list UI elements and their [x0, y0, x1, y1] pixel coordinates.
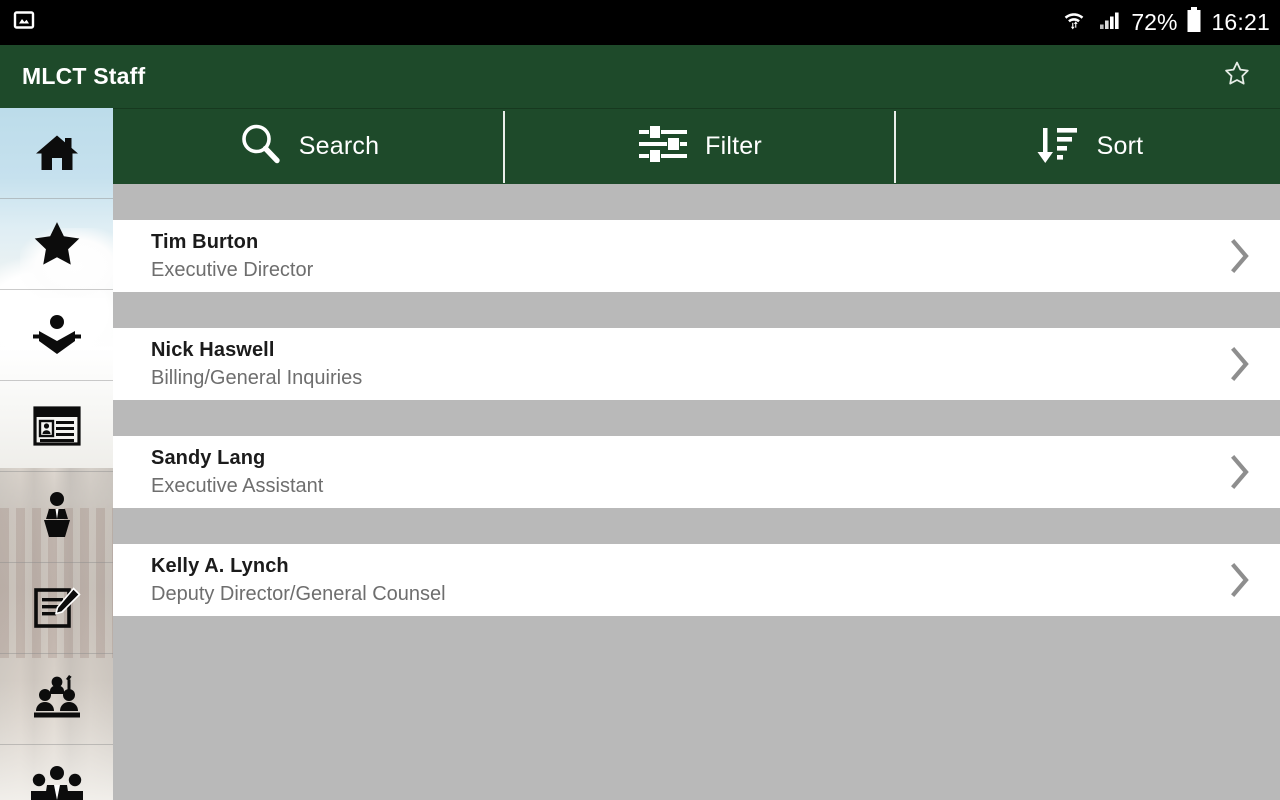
list-separator — [113, 508, 1280, 544]
chevron-right-icon[interactable] — [1220, 236, 1260, 276]
row-texts: Kelly A. Lynch Deputy Director/General C… — [151, 554, 446, 606]
staff-name: Tim Burton — [151, 231, 259, 253]
list-separator — [113, 400, 1280, 436]
main-content: Search Filter Sort Tim Burton Executive … — [113, 108, 1280, 800]
sidebar-item-favorites[interactable] — [0, 199, 113, 290]
sort-descending-icon — [1033, 120, 1081, 173]
sidebar-item-news[interactable] — [0, 381, 113, 472]
row-texts: Sandy Lang Executive Assistant — [151, 446, 323, 498]
sidebar-item-home[interactable] — [0, 108, 113, 199]
sidebar — [0, 108, 113, 800]
sliders-icon — [637, 122, 689, 171]
image-icon — [12, 8, 36, 37]
sort-button-label: Sort — [1096, 132, 1144, 160]
search-button-label: Search — [298, 132, 380, 160]
filter-button-label: Filter — [705, 132, 762, 160]
staff-name: Kelly A. Lynch — [151, 555, 289, 577]
app-bar-actions — [1216, 56, 1258, 98]
sort-button[interactable]: Sort — [896, 109, 1280, 184]
staff-name: Sandy Lang — [151, 447, 266, 469]
list-separator — [113, 184, 1280, 220]
news-card-icon — [31, 400, 83, 452]
sidebar-item-staff[interactable] — [0, 745, 113, 800]
group-people-icon — [29, 762, 85, 800]
star-icon — [29, 216, 85, 272]
wifi-transfer-icon — [1061, 7, 1087, 38]
chevron-right-icon[interactable] — [1220, 452, 1260, 492]
star-outline-icon — [1221, 58, 1253, 95]
chevron-right-icon[interactable] — [1220, 560, 1260, 600]
row-texts: Tim Burton Executive Director — [151, 230, 313, 282]
filter-button[interactable]: Filter — [505, 109, 894, 184]
status-bar-notifications — [12, 8, 36, 37]
list-separator — [113, 292, 1280, 328]
staff-title: Executive Assistant — [151, 475, 324, 497]
table-row[interactable]: Sandy Lang Executive Assistant — [113, 436, 1280, 508]
table-row[interactable]: Tim Burton Executive Director — [113, 220, 1280, 292]
row-texts: Nick Haswell Billing/General Inquiries — [151, 338, 362, 390]
app-bar: MLCT Staff — [0, 45, 1280, 108]
favorite-button[interactable] — [1216, 56, 1258, 98]
table-row[interactable]: Nick Haswell Billing/General Inquiries — [113, 328, 1280, 400]
staff-list[interactable]: Tim Burton Executive Director Nick Haswe… — [113, 184, 1280, 800]
status-bar-indicators: 72% 16:21 — [1061, 6, 1270, 39]
search-button[interactable]: Search — [113, 109, 503, 184]
toolbar: Search Filter Sort — [113, 108, 1280, 184]
podium-speaker-icon — [29, 489, 85, 545]
status-bar: 72% 16:21 — [0, 0, 1280, 45]
battery-percent-label: 72% — [1131, 9, 1178, 35]
staff-title: Billing/General Inquiries — [151, 367, 363, 389]
sidebar-item-speaker[interactable] — [0, 472, 113, 563]
sidebar-item-notes[interactable] — [0, 563, 113, 654]
cellular-signal-icon — [1096, 7, 1122, 38]
staff-title: Deputy Director/General Counsel — [151, 583, 446, 605]
chevron-right-icon[interactable] — [1220, 344, 1260, 384]
staff-name: Nick Haswell — [151, 339, 275, 361]
battery-icon — [1186, 6, 1202, 39]
sidebar-item-meetings[interactable] — [0, 654, 113, 745]
sidebar-items — [0, 108, 113, 800]
table-row[interactable]: Kelly A. Lynch Deputy Director/General C… — [113, 544, 1280, 616]
home-icon — [29, 125, 85, 181]
edit-note-icon — [31, 582, 83, 634]
clock-label: 16:21 — [1211, 9, 1270, 35]
reader-icon — [29, 307, 85, 363]
sidebar-item-reader[interactable] — [0, 290, 113, 381]
audience-icon — [29, 671, 85, 727]
page-title: MLCT Staff — [22, 63, 146, 89]
search-icon — [237, 121, 283, 172]
body: Search Filter Sort Tim Burton Executive … — [0, 108, 1280, 800]
staff-title: Executive Director — [151, 259, 314, 281]
